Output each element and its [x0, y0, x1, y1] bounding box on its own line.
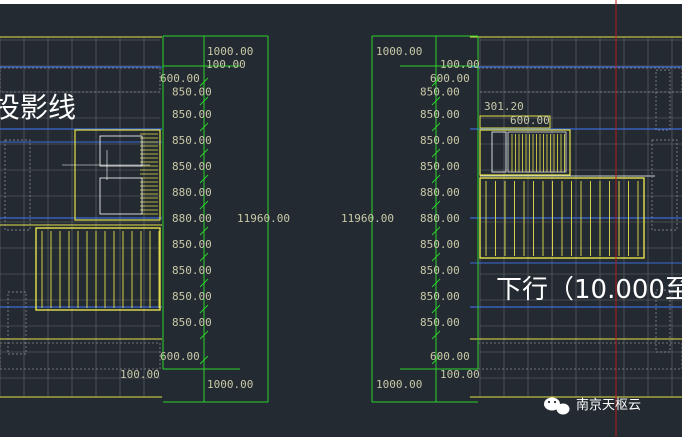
cad-drawing-screenshot: 850.00 850.00 850.00 850.00 880.00 880.00 850.…	[0, 0, 682, 437]
step-dim-label: 850.00	[172, 160, 212, 173]
left-projection-label: 投影线	[0, 91, 76, 124]
right-first-gap-dim: 600.00	[430, 72, 470, 85]
top-border	[0, 0, 682, 4]
right-total-dim: 11960.00	[341, 212, 394, 225]
step-dim-label: 850.00	[172, 134, 212, 147]
left-bottom-dim: 1000.00	[207, 378, 253, 391]
step-dim-label: 850.00	[420, 238, 460, 251]
step-dim-label: 850.00	[172, 264, 212, 277]
right-bottom-dim: 1000.00	[376, 378, 422, 391]
left-bottom-small-dim: 100.00	[120, 368, 160, 381]
right-top-small-dim: 100.00	[440, 58, 480, 71]
step-dim-label: 850.00	[420, 290, 460, 303]
step-dim-label: 880.00	[420, 186, 460, 199]
left-first-gap-dim: 600.00	[160, 72, 200, 85]
step-dim-label: 850.00	[172, 290, 212, 303]
right-stair-dim-a: 301.20	[484, 100, 524, 113]
step-dim-label: 850.00	[172, 238, 212, 251]
step-dim-label: 850.00	[172, 108, 212, 121]
watermark-text: 南京天枢云	[576, 397, 641, 413]
left-top-small-dim: 100.00	[206, 58, 246, 71]
left-upper-stair-treads	[140, 133, 158, 215]
step-dim-label: 850.00	[172, 316, 212, 329]
step-dim-label: 850.00	[420, 108, 460, 121]
step-dim-label: 880.00	[172, 186, 212, 199]
step-dim-label: 850.00	[420, 160, 460, 173]
step-dim-label: 850.00	[172, 86, 212, 99]
left-top-dim: 1000.00	[207, 45, 253, 58]
right-last-gap-dim: 600.00	[430, 350, 470, 363]
right-bottom-small-dim: 100.00	[440, 368, 480, 381]
right-down-label: 下行（10.000至	[496, 275, 682, 305]
step-dim-label: 880.00	[420, 212, 460, 225]
step-dim-label: 850.00	[420, 264, 460, 277]
right-stair-dim-b: 600.00	[510, 114, 550, 127]
right-top-dim: 1000.00	[376, 45, 422, 58]
step-dim-label: 880.00	[172, 212, 212, 225]
left-last-gap-dim: 600.00	[160, 350, 200, 363]
left-total-dim: 11960.00	[237, 212, 290, 225]
cad-canvas[interactable]: 850.00 850.00 850.00 850.00 880.00 880.00 850.…	[0, 0, 682, 437]
step-dim-label: 850.00	[420, 134, 460, 147]
step-dim-label: 850.00	[420, 86, 460, 99]
step-dim-label: 850.00	[420, 316, 460, 329]
